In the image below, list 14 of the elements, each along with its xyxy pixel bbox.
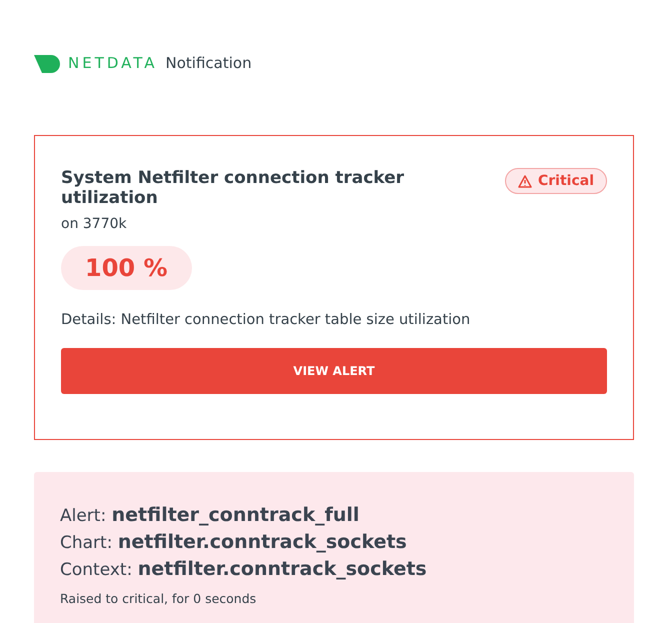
view-alert-button[interactable]: VIEW ALERT [61,348,607,394]
alert-details: Details: Netfilter connection tracker table size utilization [61,312,472,328]
info-line: Chart: netfilter.conntrack_sockets [60,530,408,555]
host-name: on 3770k [61,216,128,232]
brand-name: NETDATA [68,54,158,72]
logo-icon [34,54,60,74]
warning-icon [518,174,532,188]
header-title: Notification [166,54,252,72]
info-note: Raised to critical, for 0 seconds [60,591,258,606]
info-line: Context: netfilter.conntrack_sockets [60,557,428,582]
alert-title: System Netfilter connection tracker utilization [61,168,406,208]
severity-label: Critical [538,173,594,189]
alert-value: 100 % [61,246,192,290]
info-line: Alert: netfilter_conntrack_full [60,503,360,528]
